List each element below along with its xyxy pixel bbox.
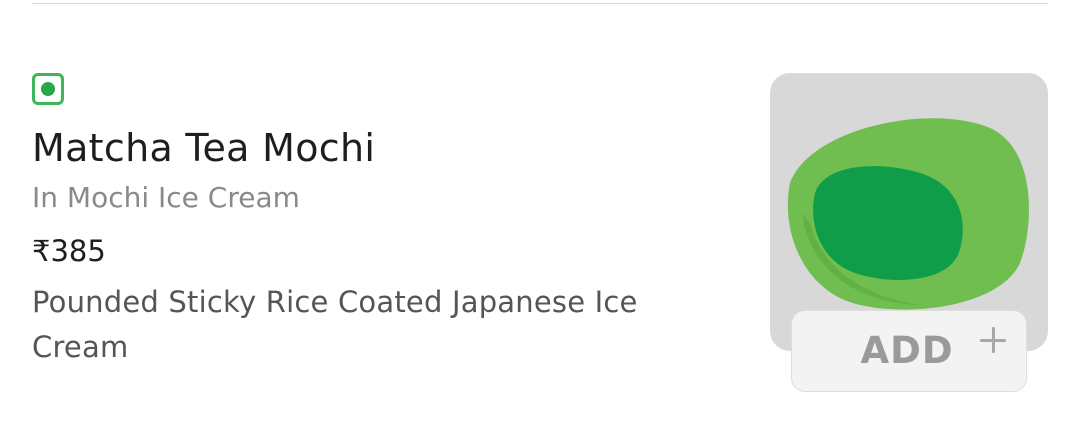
top-divider — [32, 3, 1048, 4]
item-price: ₹385 — [32, 234, 106, 268]
veg-indicator-icon — [32, 73, 64, 105]
plus-icon — [978, 325, 1008, 355]
veg-indicator-dot — [41, 82, 55, 96]
item-description: Pounded Sticky Rice Coated Japanese Ice … — [32, 285, 638, 364]
item-category: In Mochi Ice Cream — [32, 181, 300, 214]
item-name: Matcha Tea Mochi — [32, 126, 376, 170]
add-button[interactable]: ADD — [791, 310, 1027, 392]
